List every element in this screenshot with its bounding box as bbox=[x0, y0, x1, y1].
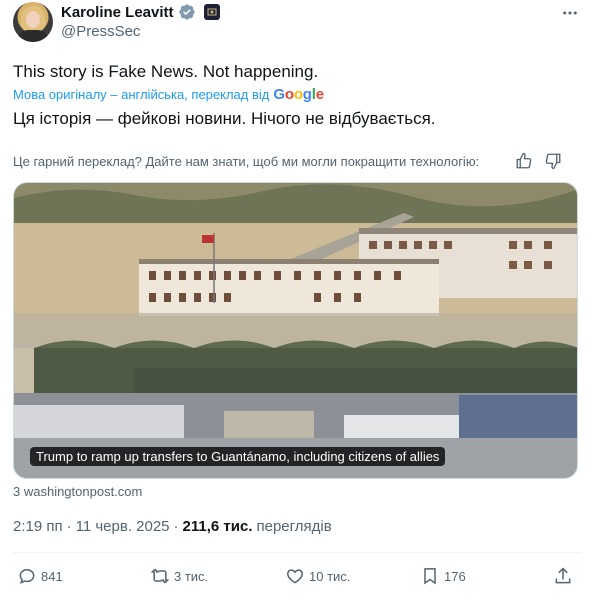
share-button[interactable] bbox=[553, 566, 573, 586]
share-icon bbox=[555, 567, 571, 584]
translated-text: Ця історія — фейкові новини. Нічого не в… bbox=[13, 109, 436, 128]
tweet-meta: 2:19 пп · 11 черв. 2025 · 211,6 тис. пер… bbox=[13, 518, 332, 535]
translation-attribution[interactable]: Мова оригіналу – англійська, переклад ві… bbox=[13, 86, 324, 103]
tweet-text: This story is Fake News. Not happening. bbox=[13, 62, 319, 81]
tweet-date[interactable]: 11 черв. 2025 bbox=[76, 518, 170, 535]
author-handle[interactable]: @PressSec bbox=[61, 23, 140, 40]
avatar[interactable] bbox=[13, 2, 53, 42]
divider bbox=[13, 552, 581, 553]
repost-count: 3 тис. bbox=[174, 568, 209, 584]
reply-icon bbox=[19, 568, 35, 585]
bookmark-count: 176 bbox=[444, 568, 466, 584]
action-bar: 841 3 тис. 10 тис. 176 bbox=[13, 566, 578, 590]
like-count: 10 тис. bbox=[309, 568, 351, 584]
translation-label[interactable]: Мова оригіналу – англійська, переклад ві… bbox=[13, 87, 269, 102]
reply-button[interactable]: 841 bbox=[17, 566, 63, 586]
views-count: 211,6 тис. bbox=[182, 518, 253, 535]
author-name[interactable]: Karoline Leavitt bbox=[61, 4, 174, 21]
author-name-row[interactable]: Karoline Leavitt bbox=[61, 3, 220, 21]
views-label: переглядів bbox=[256, 518, 332, 535]
link-preview-title[interactable]: Trump to ramp up transfers to Guantánamo… bbox=[30, 447, 446, 466]
bookmark-icon bbox=[424, 568, 436, 585]
thumbs-down-icon[interactable] bbox=[544, 152, 562, 170]
bookmark-button[interactable]: 176 bbox=[420, 566, 466, 586]
article-image[interactable] bbox=[14, 183, 578, 479]
meta-separator: · bbox=[66, 518, 72, 535]
government-seal-icon bbox=[203, 4, 220, 20]
verified-badge-icon bbox=[178, 4, 195, 20]
meta-separator: · bbox=[173, 518, 179, 535]
heart-icon bbox=[287, 569, 303, 584]
link-preview-card[interactable]: Trump to ramp up transfers to Guantánamo… bbox=[13, 182, 578, 479]
like-button[interactable]: 10 тис. bbox=[285, 566, 350, 586]
more-options-icon[interactable] bbox=[560, 3, 580, 23]
google-logo: Google bbox=[273, 86, 324, 103]
repost-button[interactable]: 3 тис. bbox=[150, 566, 208, 586]
link-source-domain[interactable]: 3 washingtonpost.com bbox=[13, 484, 142, 499]
thumbs-up-icon[interactable] bbox=[515, 152, 533, 170]
repost-icon bbox=[150, 568, 170, 584]
tweet-time[interactable]: 2:19 пп bbox=[13, 518, 63, 535]
reply-count: 841 bbox=[41, 568, 63, 584]
translation-feedback-prompt: Це гарний переклад? Дайте нам знати, щоб… bbox=[13, 154, 480, 169]
